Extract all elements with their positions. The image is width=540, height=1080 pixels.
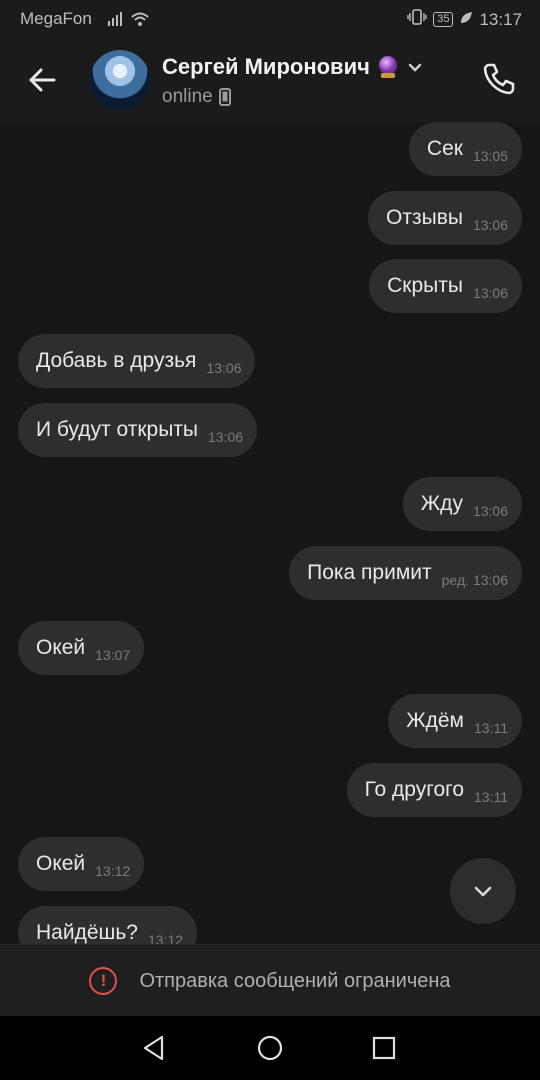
message-bubble-incoming[interactable]: Найдёшь? 13:12 (18, 906, 198, 944)
message-text: Сек (426, 137, 463, 160)
message-bubble-outgoing[interactable]: Пока примит ред. 13:06 (289, 546, 522, 600)
message-text: Го другого (364, 778, 464, 801)
battery-indicator: 35 (433, 12, 454, 27)
message-text: Окей (36, 636, 86, 659)
nav-back-button[interactable] (140, 1034, 168, 1062)
signal-wifi-icons (106, 11, 150, 32)
triangle-back-icon (143, 1035, 164, 1061)
message-time: 13:06 (206, 360, 242, 376)
message-text: Жду (420, 492, 463, 515)
nav-recents-button[interactable] (370, 1034, 398, 1062)
message-text: Пока примит (307, 561, 432, 584)
messaging-restricted-banner: ! Отправка сообщений ограничена (0, 944, 540, 1017)
message-bubble-outgoing[interactable]: Сек 13:05 (408, 122, 522, 176)
chat-header: Сергей Миронович online (0, 38, 540, 122)
chevron-down-icon (408, 63, 422, 72)
message-time: 13:12 (95, 863, 131, 879)
message-time: 13:07 (95, 647, 131, 663)
message-bubble-outgoing[interactable]: Отзывы 13:06 (368, 191, 522, 245)
scroll-to-bottom-button[interactable] (450, 858, 516, 924)
contact-name: Сергей Миронович (162, 54, 370, 79)
restriction-text: Отправка сообщений ограничена (139, 969, 451, 992)
message-text: И будут открыты (36, 418, 199, 441)
message-bubble-outgoing[interactable]: Ждём 13:11 (388, 694, 522, 748)
phone-icon (483, 63, 515, 95)
avatar[interactable] (90, 50, 150, 110)
message-time: 13:06 (472, 285, 508, 301)
presence-status: online (162, 86, 231, 108)
mobile-phone-icon (218, 88, 231, 106)
message-text: Найдёшь? (36, 921, 138, 944)
leaf-icon (459, 10, 473, 30)
message-time: 13:06 (472, 217, 508, 233)
message-time: 13:05 (472, 148, 508, 164)
message-time: 13:06 (472, 572, 508, 588)
clock-time: 13:17 (479, 9, 522, 29)
message-bubble-outgoing[interactable]: Го другого 13:11 (346, 763, 522, 817)
message-bubble-outgoing[interactable]: Скрыты 13:06 (369, 259, 522, 313)
vibrate-icon (407, 9, 427, 30)
message-bubble-incoming[interactable]: Добавь в друзья 13:06 (18, 334, 256, 388)
square-recents-icon (372, 1036, 396, 1060)
message-time: 13:11 (474, 720, 508, 736)
nav-home-button[interactable] (256, 1034, 284, 1062)
back-button[interactable] (24, 62, 60, 98)
circle-home-icon (257, 1035, 283, 1061)
warning-icon: ! (89, 967, 118, 995)
message-time: 13:11 (474, 789, 508, 805)
message-time: 13:12 (147, 932, 184, 944)
message-text: Добавь в друзья (36, 349, 197, 372)
message-bubble-incoming[interactable]: Окей 13:07 (18, 621, 145, 675)
message-bubble-outgoing[interactable]: Жду 13:06 (402, 477, 522, 531)
message-text: Ждём (406, 709, 464, 732)
edited-label: ред. (441, 572, 469, 588)
message-time: 13:06 (208, 429, 244, 445)
arrow-left-icon (29, 68, 56, 92)
system-navigation-bar (0, 1016, 540, 1080)
call-button[interactable] (480, 60, 518, 98)
message-list[interactable]: Сек 13:05 Отзывы 13:06 Скрыты 13:06 Доба… (0, 122, 540, 944)
status-bar: MegaFon 35 13:17 (0, 0, 540, 38)
message-text: Скрыты (387, 274, 463, 297)
chevron-down-icon (474, 886, 492, 897)
carrier-name: MegaFon (20, 9, 92, 28)
message-text: Окей (36, 852, 86, 875)
message-bubble-incoming[interactable]: И будут открыты 13:06 (18, 403, 258, 457)
online-label: online (162, 86, 213, 107)
message-text: Отзывы (386, 206, 463, 229)
message-bubble-incoming[interactable]: Окей 13:12 (18, 837, 145, 891)
crystal-ball-icon (378, 56, 397, 78)
message-time: 13:06 (472, 503, 508, 519)
contact-name-row[interactable]: Сергей Миронович (162, 54, 424, 80)
